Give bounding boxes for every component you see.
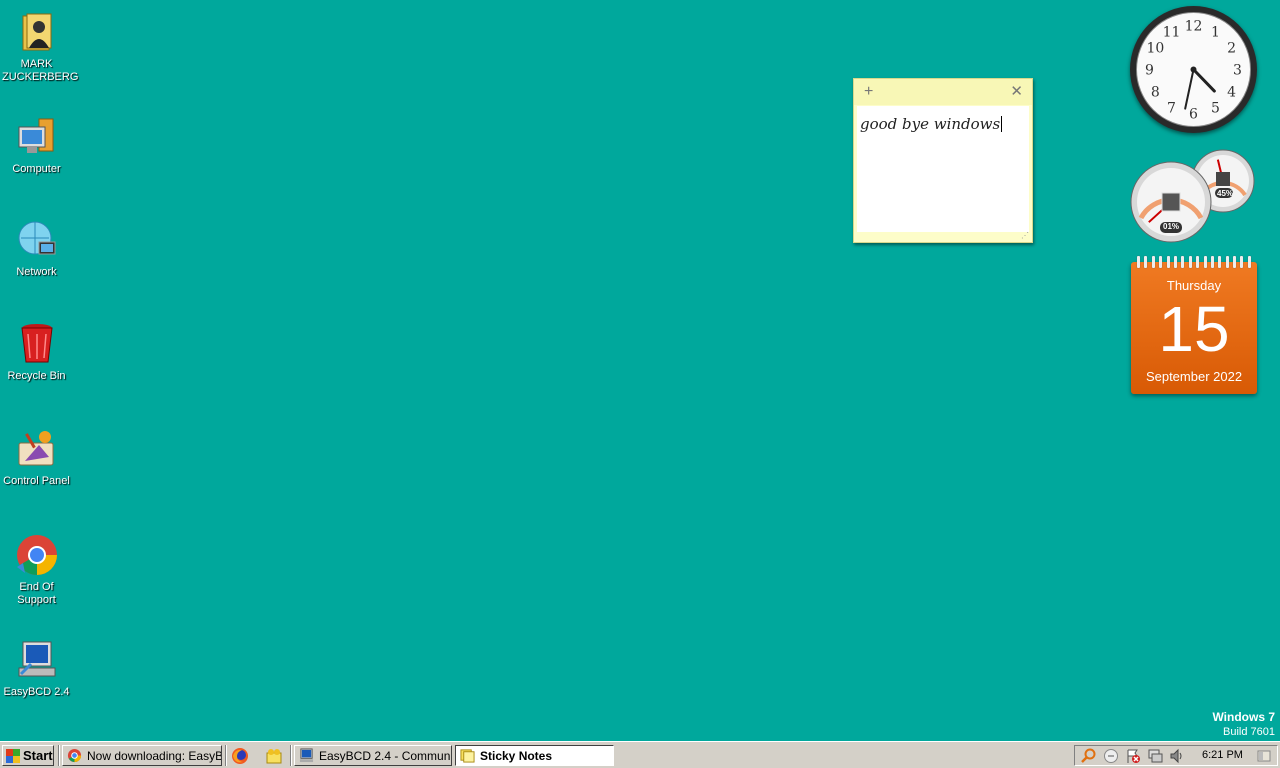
calendar-gadget[interactable]: Thursday 15 September 2022: [1131, 256, 1257, 394]
plus-icon[interactable]: +: [864, 83, 873, 101]
easybcd-icon: [299, 748, 314, 763]
user-folder-icon: [15, 10, 59, 54]
network-tray-icon[interactable]: [1147, 748, 1163, 764]
desktop-icon-chrome[interactable]: End Of Support: [0, 533, 73, 607]
calendar-rings: [1137, 256, 1251, 268]
clock-numeral: 11: [1163, 24, 1181, 40]
control-panel-icon: [15, 427, 59, 471]
start-button[interactable]: Start: [2, 745, 54, 766]
taskbar-separator: [225, 745, 227, 766]
text-caret: [1001, 116, 1003, 132]
desktop-icon-label: Network: [16, 266, 57, 278]
clock-numeral: 12: [1185, 19, 1203, 35]
status-icon[interactable]: [1103, 748, 1119, 764]
task-sticky-notes[interactable]: Sticky Notes: [455, 745, 614, 766]
clock-numeral: 1: [1211, 24, 1220, 40]
desktop-icon-label: End Of Support: [17, 581, 56, 606]
easybcd-icon: [15, 638, 59, 682]
windows-watermark: Windows 7 Build 7601: [1212, 710, 1275, 739]
firefox-icon[interactable]: [231, 747, 249, 765]
desktop-icon-control-panel[interactable]: Control Panel: [0, 427, 73, 488]
watermark-os: Windows 7: [1212, 710, 1275, 724]
task-label: EasyBCD 2.4 - Communit...: [319, 748, 452, 763]
clock-numeral: 2: [1227, 41, 1236, 57]
windows-logo-icon: [6, 748, 20, 763]
taskbar-separator: [58, 745, 60, 766]
calendar-weekday: Thursday: [1166, 278, 1222, 293]
clock-gadget[interactable]: 12 1 2 3 4 5 6 7 8 9 10 11: [1130, 6, 1257, 133]
cpu-meter-graphic: [1130, 149, 1255, 243]
watermark-build: Build 7601: [1223, 726, 1275, 738]
task-label: Now downloading: EasyB...: [87, 748, 222, 763]
sticky-notes-app-icon[interactable]: [265, 747, 283, 765]
taskbar-separator: [290, 745, 292, 766]
computer-icon: [15, 115, 59, 159]
taskbar: Start Now downloading: EasyB... EasyBCD …: [0, 741, 1280, 768]
cpu-meter-gadget[interactable]: 01% 45%: [1129, 148, 1257, 243]
desktop-icon-label: Computer: [12, 163, 61, 175]
clock-numeral: 3: [1233, 63, 1242, 79]
clock-face: 12 12 3 45678 9 1011: [1136, 12, 1251, 127]
sticky-note[interactable]: + ✕ good bye windows ⋰: [853, 78, 1033, 243]
task-easybcd[interactable]: EasyBCD 2.4 - Communit...: [294, 745, 452, 766]
desktop-icon-label: MARK ZUCKERBERG: [2, 58, 79, 83]
desktop-icon-network[interactable]: Network: [0, 218, 73, 279]
search-icon[interactable]: [1080, 748, 1096, 764]
tray-clock[interactable]: 6:21 PM: [1202, 749, 1243, 761]
desktop-icon-label: EasyBCD 2.4: [3, 686, 70, 698]
start-label: Start: [23, 748, 53, 763]
clock-numeral: 7: [1167, 101, 1176, 117]
network-icon: [15, 218, 59, 262]
chrome-icon: [15, 533, 59, 577]
clock-numeral: 10: [1146, 41, 1164, 57]
system-tray: 6:21 PM: [1074, 745, 1278, 766]
volume-icon[interactable]: [1169, 748, 1185, 764]
desktop-icon-user-folder[interactable]: MARK ZUCKERBERG: [0, 10, 79, 84]
calendar-month-year: September 2022: [1145, 369, 1243, 384]
action-center-icon[interactable]: [1125, 748, 1141, 764]
memory-percent: 45%: [1217, 189, 1234, 198]
resize-grip-icon[interactable]: ⋰: [1021, 231, 1029, 240]
desktop-icon-computer[interactable]: Computer: [0, 115, 73, 176]
cpu-percent: 01%: [1163, 222, 1180, 231]
clock-numeral: 8: [1151, 85, 1160, 101]
show-desktop-icon[interactable]: [1256, 748, 1272, 764]
desktop-icon-recycle-bin[interactable]: Recycle Bin: [0, 322, 73, 383]
sticky-notes-icon: [460, 749, 475, 763]
clock-numeral: 9: [1145, 63, 1154, 79]
recycle-bin-icon: [15, 322, 59, 366]
desktop-icon-label: Recycle Bin: [7, 370, 66, 382]
clock-numeral: 4: [1227, 85, 1236, 101]
clock-numeral: 5: [1211, 101, 1220, 117]
task-chrome-download[interactable]: Now downloading: EasyB...: [62, 745, 222, 766]
task-label: Sticky Notes: [480, 748, 553, 763]
clock-numeral: 6: [1189, 107, 1198, 123]
sticky-note-text: good bye windows: [860, 115, 1001, 133]
desktop-icon-easybcd[interactable]: EasyBCD 2.4: [0, 638, 73, 699]
sticky-note-title-bar[interactable]: + ✕: [854, 79, 1032, 105]
chrome-icon: [67, 748, 82, 763]
calendar-day-number: 15: [1158, 293, 1230, 365]
desktop-icon-label: Control Panel: [3, 475, 70, 487]
close-icon[interactable]: ✕: [1010, 82, 1023, 100]
sticky-note-text-area[interactable]: good bye windows: [857, 106, 1029, 232]
